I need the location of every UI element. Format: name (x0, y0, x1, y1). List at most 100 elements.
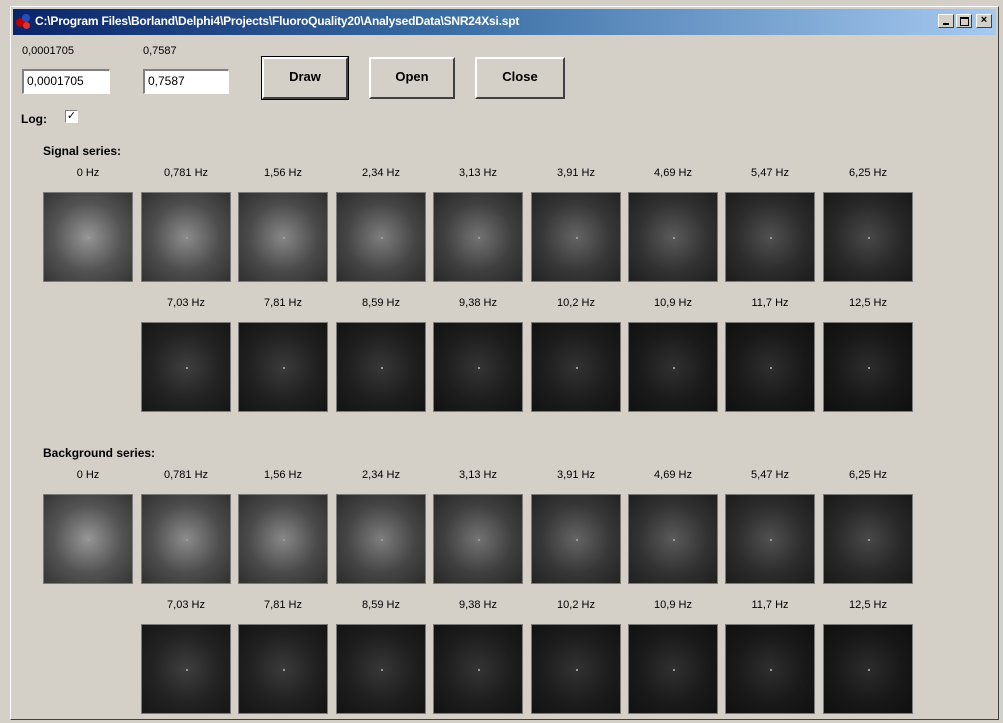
background-thumbnail (725, 494, 815, 584)
background-freq-label: 4,69 Hz (654, 469, 692, 481)
background-freq-label: 7,81 Hz (264, 599, 302, 611)
center-point (576, 237, 578, 239)
center-point (770, 367, 772, 369)
log-checkbox[interactable]: ✓ (65, 110, 78, 123)
center-point (88, 539, 90, 541)
background-freq-label: 0,781 Hz (163, 469, 209, 481)
open-button[interactable]: Open (369, 57, 455, 99)
center-point (673, 669, 675, 671)
background-freq-label: 10,9 Hz (654, 599, 692, 611)
check-icon: ✓ (66, 110, 77, 122)
background-freq-label: 3,13 Hz (459, 469, 497, 481)
signal-thumbnail (141, 322, 231, 412)
background-thumbnail (238, 624, 328, 714)
background-thumbnail (628, 624, 718, 714)
center-point (868, 237, 870, 239)
signal-thumbnail (628, 192, 718, 282)
signal-freq-label: 7,03 Hz (167, 297, 205, 309)
window-title: C:\Program Files\Borland\Delphi4\Project… (35, 14, 520, 28)
center-point (88, 237, 90, 239)
signal-thumbnail (823, 192, 913, 282)
background-freq-label: 5,47 Hz (751, 469, 789, 481)
background-freq-label: 6,25 Hz (849, 469, 887, 481)
background-thumbnail (43, 494, 133, 584)
signal-freq-label: 11,7 Hz (751, 297, 789, 309)
background-thumbnail (336, 494, 426, 584)
min-value-input[interactable]: 0,0001705 (22, 69, 110, 94)
center-point (381, 367, 383, 369)
close-button[interactable]: Close (475, 57, 565, 99)
draw-button[interactable]: Draw (261, 56, 349, 100)
background-freq-label: 2,34 Hz (362, 469, 400, 481)
center-point (283, 367, 285, 369)
signal-thumbnail (725, 192, 815, 282)
signal-freq-label: 10,9 Hz (654, 297, 692, 309)
background-freq-label: 10,2 Hz (557, 599, 595, 611)
signal-freq-label: 8,59 Hz (362, 297, 400, 309)
background-thumbnail (823, 494, 913, 584)
center-point (770, 237, 772, 239)
signal-freq-label: 7,81 Hz (264, 297, 302, 309)
center-point (283, 237, 285, 239)
signal-freq-label: 3,91 Hz (557, 167, 595, 179)
signal-thumbnail (238, 192, 328, 282)
center-point (673, 539, 675, 541)
max-value-input[interactable]: 0,7587 (143, 69, 229, 94)
background-thumbnail (141, 624, 231, 714)
signal-freq-label: 2,34 Hz (362, 167, 400, 179)
center-point (576, 539, 578, 541)
center-point (186, 237, 188, 239)
center-point (576, 669, 578, 671)
signal-thumbnail (628, 322, 718, 412)
background-thumbnail (531, 624, 621, 714)
title-bar[interactable]: C:\Program Files\Borland\Delphi4\Project… (13, 9, 996, 35)
minimize-button[interactable] (938, 14, 954, 28)
center-point (673, 367, 675, 369)
background-freq-label: 7,03 Hz (167, 599, 205, 611)
signal-thumbnail (238, 322, 328, 412)
signal-thumbnail (336, 322, 426, 412)
background-thumbnail (628, 494, 718, 584)
close-window-button[interactable]: × (976, 14, 992, 28)
signal-freq-label: 0 Hz (76, 167, 100, 179)
signal-freq-label: 12,5 Hz (849, 297, 887, 309)
center-point (186, 669, 188, 671)
background-thumbnail (336, 624, 426, 714)
signal-freq-label: 3,13 Hz (459, 167, 497, 179)
signal-series-title: Signal series: (43, 144, 122, 158)
signal-thumbnail (336, 192, 426, 282)
signal-freq-label: 0,781 Hz (163, 167, 209, 179)
center-point (868, 367, 870, 369)
background-freq-label: 8,59 Hz (362, 599, 400, 611)
signal-thumbnail (823, 322, 913, 412)
center-point (381, 237, 383, 239)
background-thumbnail (433, 494, 523, 584)
caption-buttons: × (938, 14, 992, 28)
signal-freq-label: 4,69 Hz (654, 167, 692, 179)
center-point (478, 367, 480, 369)
background-thumbnail (141, 494, 231, 584)
log-label: Log: (21, 112, 47, 126)
app-icon (16, 14, 32, 30)
min-value-label: 0,0001705 (22, 45, 74, 57)
signal-thumbnail (531, 192, 621, 282)
background-freq-label: 1,56 Hz (264, 469, 302, 481)
signal-thumbnail (433, 192, 523, 282)
center-point (770, 669, 772, 671)
signal-thumbnail (43, 192, 133, 282)
center-point (283, 669, 285, 671)
maximize-icon (960, 17, 969, 26)
center-point (478, 669, 480, 671)
signal-freq-label: 6,25 Hz (849, 167, 887, 179)
background-thumbnail (531, 494, 621, 584)
center-point (868, 669, 870, 671)
maximize-button[interactable] (956, 14, 972, 28)
background-freq-label: 12,5 Hz (849, 599, 887, 611)
center-point (283, 539, 285, 541)
close-icon: × (980, 14, 988, 26)
signal-freq-label: 1,56 Hz (264, 167, 302, 179)
max-value-label: 0,7587 (143, 45, 177, 57)
center-point (576, 367, 578, 369)
background-freq-label: 9,38 Hz (459, 599, 497, 611)
center-point (381, 539, 383, 541)
